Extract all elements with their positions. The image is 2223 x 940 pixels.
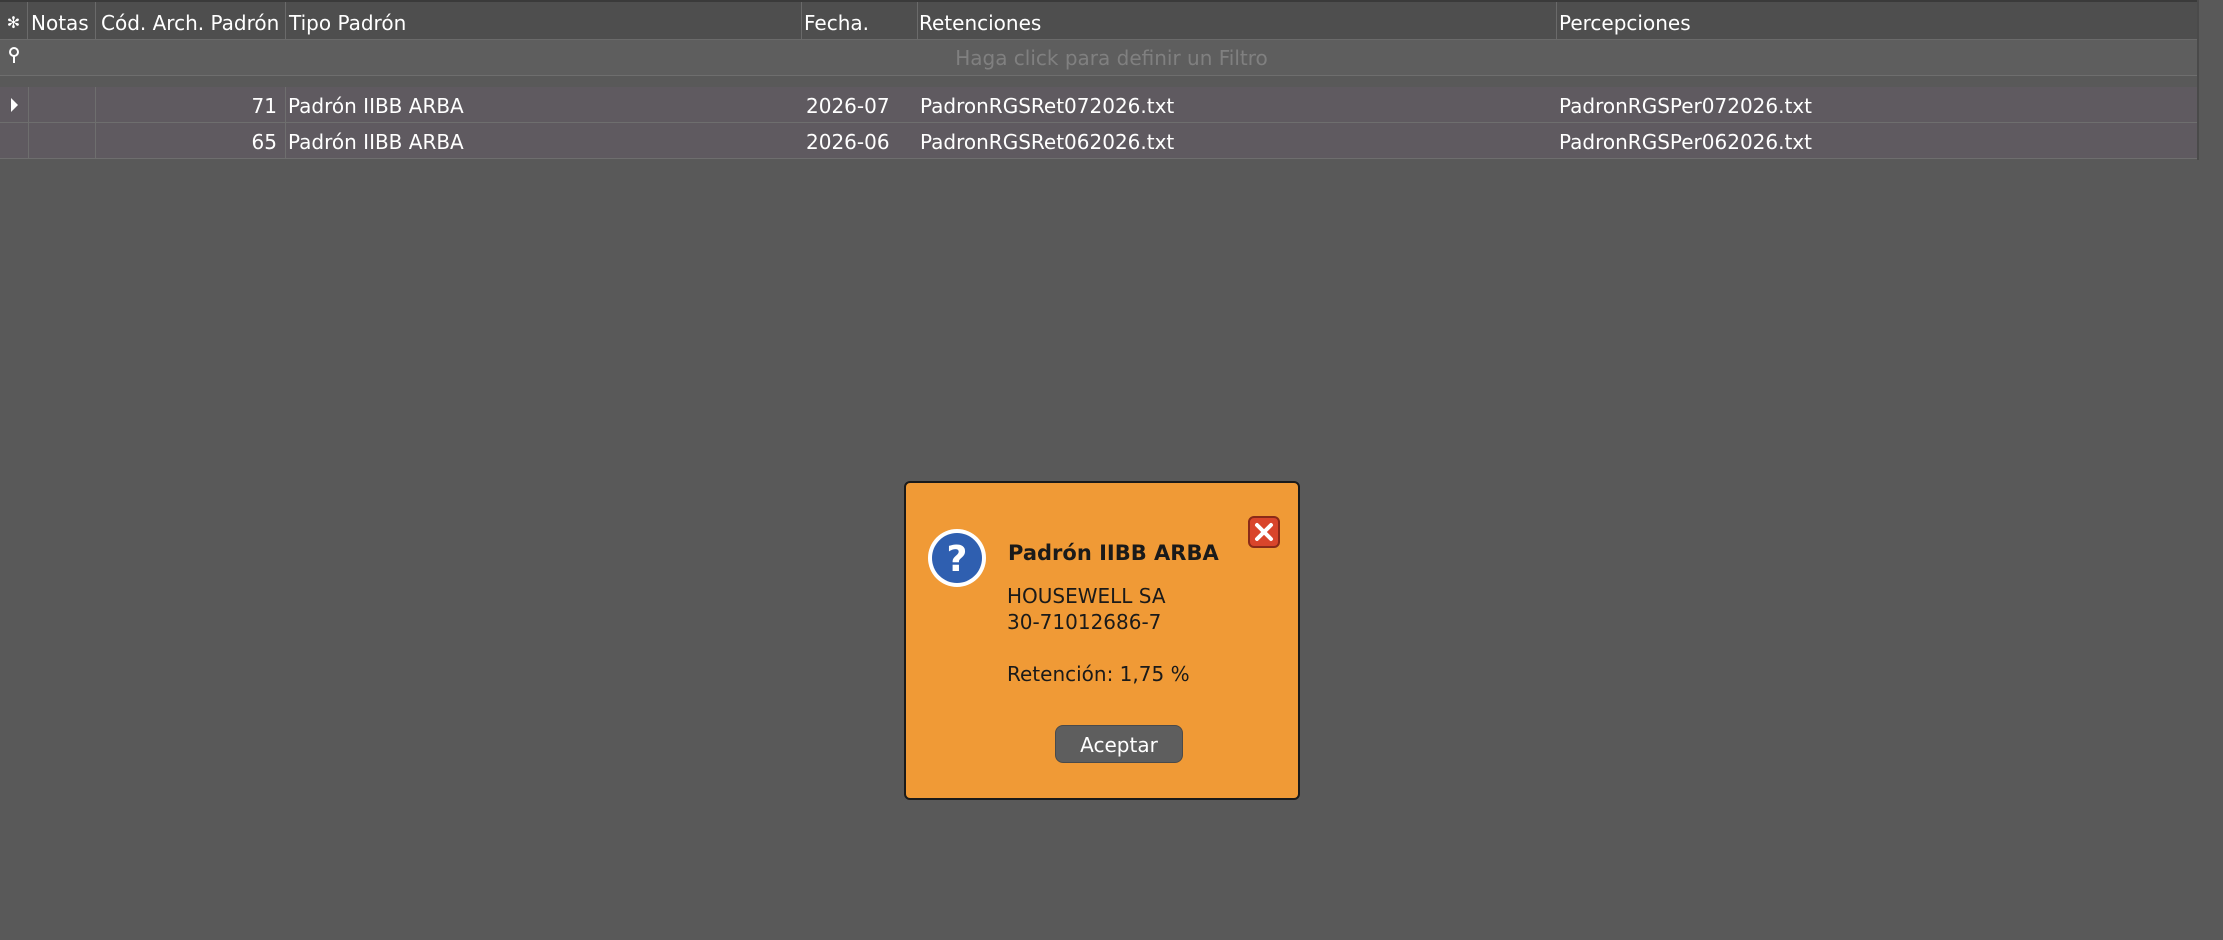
close-button[interactable] <box>1248 516 1280 548</box>
cell-tipo[interactable]: Padrón IIBB ARBA <box>282 87 802 122</box>
cell-retenciones[interactable]: PadronRGSRet062026.txt <box>914 123 1557 158</box>
cell-tipo[interactable]: Padrón IIBB ARBA <box>282 123 802 158</box>
cell-percepciones[interactable]: PadronRGSPer062026.txt <box>1553 123 2197 158</box>
sort-icon[interactable]: ✻ <box>0 2 28 40</box>
column-header-notas[interactable]: Notas <box>28 2 96 40</box>
close-icon <box>1248 516 1280 548</box>
cell-fecha[interactable]: 2026-06 <box>800 123 918 158</box>
table-row[interactable]: 71 Padrón IIBB ARBA 2026-07 PadronRGSRet… <box>0 87 2197 123</box>
dialog-title: Padrón IIBB ARBA <box>1008 541 1219 565</box>
retention-value: Retención: 1,75 % <box>1007 662 1190 686</box>
question-icon-glyph: ? <box>928 529 986 587</box>
company-cuit: 30-71012686-7 <box>1007 610 1162 634</box>
column-header-percepciones[interactable]: Percepciones <box>1557 2 2197 40</box>
cell-cod[interactable]: 71 <box>96 87 286 122</box>
cell-notas[interactable] <box>28 87 96 122</box>
cell-retenciones[interactable]: PadronRGSRet072026.txt <box>914 87 1557 122</box>
column-header-tipo[interactable]: Tipo Padrón <box>286 2 802 40</box>
cell-cod[interactable]: 65 <box>96 123 286 158</box>
cell-percepciones[interactable]: PadronRGSPer072026.txt <box>1553 87 2197 122</box>
filter-placeholder[interactable]: Haga click para definir un Filtro <box>0 40 2223 76</box>
question-icon: ? <box>926 527 988 589</box>
accept-button[interactable]: Aceptar <box>1055 725 1183 763</box>
column-header-cod[interactable]: Cód. Arch. Padrón <box>96 2 286 40</box>
filter-row[interactable]: Haga click para definir un Filtro <box>0 40 2197 76</box>
current-row-icon <box>11 98 18 112</box>
column-header-retenciones[interactable]: Retenciones <box>918 2 1557 40</box>
cell-fecha[interactable]: 2026-07 <box>800 87 918 122</box>
column-header-fecha[interactable]: Fecha. <box>802 2 918 40</box>
table-row[interactable]: 65 Padrón IIBB ARBA 2026-06 PadronRGSRet… <box>0 123 2197 159</box>
grid-header-row: ✻ Notas Cód. Arch. Padrón Tipo Padrón Fe… <box>0 0 2197 40</box>
company-name: HOUSEWELL SA <box>1007 584 1166 608</box>
row-indicator[interactable] <box>0 123 29 158</box>
cell-notas[interactable] <box>28 123 96 158</box>
message-dialog: ? Padrón IIBB ARBA HOUSEWELL SA 30-71012… <box>904 481 1300 800</box>
row-indicator[interactable] <box>0 87 29 122</box>
svg-text:?: ? <box>947 539 968 580</box>
